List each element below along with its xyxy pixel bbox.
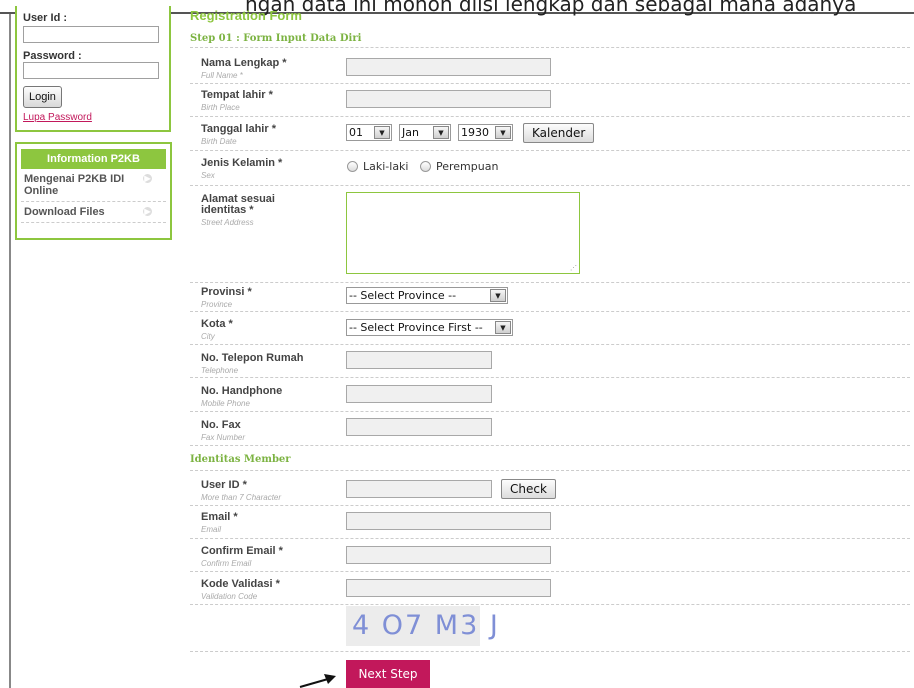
nama-input[interactable] bbox=[346, 58, 551, 76]
top-caption: ngan data ini mohon diisi lengkap dan se… bbox=[245, 0, 857, 16]
dropdown-arrow-icon: ▼ bbox=[490, 289, 506, 302]
check-button[interactable]: Check bbox=[501, 479, 556, 499]
divider bbox=[190, 411, 910, 412]
radio-label-laki-laki: Laki-laki bbox=[363, 160, 409, 173]
divider bbox=[190, 651, 910, 652]
divider bbox=[190, 604, 910, 605]
divider bbox=[190, 47, 910, 48]
chevron-right-icon: ▶ bbox=[143, 207, 152, 216]
divider bbox=[190, 470, 910, 471]
divider bbox=[190, 311, 910, 312]
nama-label: Nama Lengkap * Full Name * bbox=[201, 57, 287, 81]
userid-field-label: User ID * More than 7 Character bbox=[201, 479, 282, 503]
chevron-right-icon: ▶ bbox=[143, 174, 152, 183]
dropdown-arrow-icon: ▼ bbox=[495, 126, 511, 139]
kode-validasi-label: Kode Validasi * Validation Code bbox=[201, 578, 280, 602]
fax-input[interactable] bbox=[346, 418, 492, 436]
alamat-textarea[interactable]: ⋰ bbox=[346, 192, 580, 274]
divider bbox=[190, 116, 910, 117]
userid-input[interactable] bbox=[23, 26, 159, 43]
divider bbox=[190, 282, 910, 283]
province-select[interactable]: -- Select Province -- ▼ bbox=[346, 287, 508, 304]
left-rule bbox=[9, 14, 11, 688]
handphone-input[interactable] bbox=[346, 385, 492, 403]
divider bbox=[190, 445, 910, 446]
tempat-input[interactable] bbox=[346, 90, 551, 108]
divider bbox=[190, 83, 910, 84]
password-label: Password : bbox=[23, 50, 82, 62]
email-input[interactable] bbox=[346, 512, 551, 530]
captcha-text: 4 O7 M3 J bbox=[352, 610, 500, 641]
login-panel: User Id : Password : Login Lupa Password bbox=[15, 6, 171, 132]
password-input[interactable] bbox=[23, 62, 159, 79]
member-userid-input[interactable] bbox=[346, 480, 492, 498]
handphone-label: No. Handphone Mobile Phone bbox=[201, 385, 283, 409]
month-select[interactable]: Jan ▼ bbox=[399, 124, 451, 141]
forgot-password-link[interactable]: Lupa Password bbox=[23, 112, 92, 123]
city-select[interactable]: -- Select Province First -- ▼ bbox=[346, 319, 513, 336]
radio-perempuan[interactable] bbox=[420, 161, 431, 172]
resize-grip-icon[interactable]: ⋰ bbox=[570, 264, 577, 272]
radio-label-perempuan: Perempuan bbox=[436, 160, 499, 173]
confirm-email-input[interactable] bbox=[346, 546, 551, 564]
dropdown-arrow-icon: ▼ bbox=[433, 126, 449, 139]
provinsi-label: Provinsi * Province bbox=[201, 286, 252, 310]
tanggal-label: Tanggal lahir * Birth Date bbox=[201, 123, 276, 147]
info-panel-title: Information P2KB bbox=[21, 149, 166, 169]
email-label: Email * Email bbox=[201, 511, 238, 535]
year-select[interactable]: 1930 ▼ bbox=[458, 124, 513, 141]
divider bbox=[190, 185, 910, 186]
dropdown-arrow-icon: ▼ bbox=[374, 126, 390, 139]
captcha-image: 4 O7 M3 J bbox=[346, 606, 498, 646]
divider bbox=[190, 538, 910, 539]
confirm-email-label: Confirm Email * Confirm Email bbox=[201, 545, 283, 569]
form-title: Registration Form bbox=[190, 8, 302, 23]
member-section-title: Identitas Member bbox=[190, 454, 291, 465]
info-item-mengenai[interactable]: Mengenai P2KB IDI Online ▶ bbox=[21, 169, 166, 202]
divider bbox=[190, 571, 910, 572]
login-button[interactable]: Login bbox=[23, 86, 62, 108]
radio-laki-laki[interactable] bbox=[347, 161, 358, 172]
dropdown-arrow-icon: ▼ bbox=[495, 321, 511, 334]
day-select[interactable]: 01 ▼ bbox=[346, 124, 392, 141]
info-item-download[interactable]: Download Files ▶ bbox=[21, 202, 166, 223]
telepon-input[interactable] bbox=[346, 351, 492, 369]
divider bbox=[190, 344, 910, 345]
kota-label: Kota * City bbox=[201, 318, 233, 342]
alamat-label: Alamat sesuai identitas * Street Address bbox=[201, 193, 275, 228]
step1-title: Step 01 : Form Input Data Diri bbox=[190, 33, 362, 44]
info-item-label: Download Files bbox=[24, 206, 105, 218]
info-panel: Information P2KB Mengenai P2KB IDI Onlin… bbox=[15, 142, 172, 240]
kode-validasi-input[interactable] bbox=[346, 579, 551, 597]
info-item-label: Mengenai P2KB IDI Online bbox=[24, 173, 125, 197]
next-step-button[interactable]: Next Step bbox=[346, 660, 430, 688]
divider bbox=[190, 377, 910, 378]
tempat-label: Tempat lahir * Birth Place bbox=[201, 89, 273, 113]
gender-label: Jenis Kelamin * Sex bbox=[201, 157, 283, 181]
divider bbox=[190, 150, 910, 151]
arrow-pointer-icon bbox=[299, 674, 336, 688]
telepon-label: No. Telepon Rumah Telephone bbox=[201, 352, 304, 376]
divider bbox=[190, 505, 910, 506]
userid-label: User Id : bbox=[23, 12, 68, 24]
fax-label: No. Fax Fax Number bbox=[201, 419, 246, 443]
calendar-button[interactable]: Kalender bbox=[523, 123, 595, 143]
